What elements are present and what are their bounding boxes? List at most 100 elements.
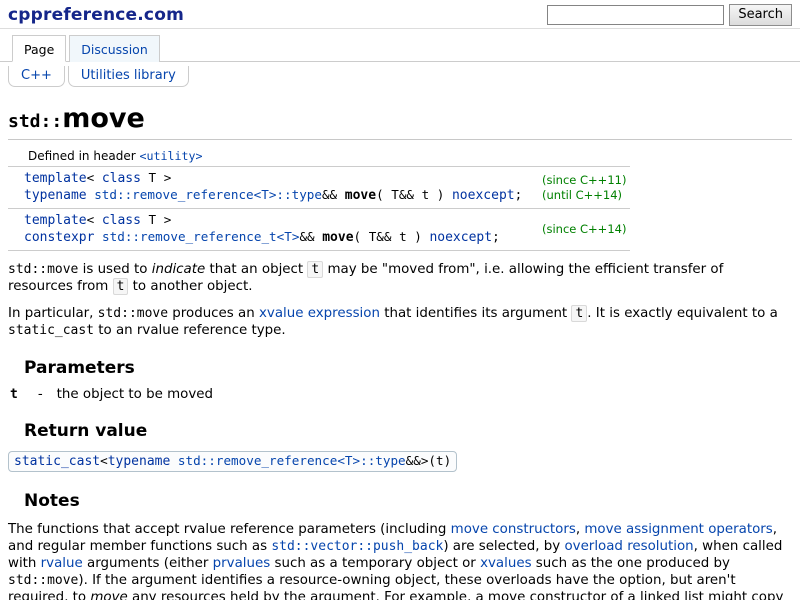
text: such as the one produced by [532, 556, 730, 571]
declaration-line: typename std::remove_reference<T>::type&… [24, 187, 542, 204]
text-link[interactable]: move constructors [451, 522, 576, 537]
code-keyword: template [24, 171, 87, 186]
version-labels: (since C++14) [542, 209, 630, 251]
tab-discussion[interactable]: Discussion [69, 35, 159, 62]
search-area: Search [547, 4, 792, 26]
code-link[interactable]: <utility> [139, 149, 202, 163]
search-input[interactable] [547, 5, 724, 25]
text-link[interactable]: move assignment operators [584, 522, 772, 537]
function-name: move [322, 230, 353, 245]
tab-page[interactable]: Page [12, 35, 66, 62]
breadcrumb: C++ Utilities library [0, 62, 800, 93]
text: produces an [168, 306, 259, 321]
code-text: && [299, 229, 322, 244]
inline-code-box: t [571, 305, 587, 322]
page-title: std::move [8, 101, 792, 137]
intro-paragraph: std::move is used to indicate that an ob… [8, 261, 792, 295]
site-header: cppreference.com Search [0, 0, 800, 29]
function-name: move [345, 188, 376, 203]
parameter-description: the object to be moved [57, 387, 213, 402]
intro-paragraph: In particular, std::move produces an xva… [8, 305, 792, 339]
page-title-prefix: std:: [8, 111, 62, 132]
code-text: && [322, 187, 345, 202]
version-label: (until C++14) [542, 188, 628, 203]
code-link[interactable]: std::remove_reference<T>::type [178, 453, 406, 468]
code-text [94, 229, 102, 244]
declaration-line: template< class T > [24, 170, 542, 187]
code-link[interactable]: std::vector::push_back [271, 539, 443, 554]
declaration-line: constexpr std::remove_reference_t<T>&& m… [24, 229, 542, 246]
version-label: (since C++11) [542, 173, 628, 188]
inline-code-box: t [307, 261, 323, 278]
parameter-dash: - [38, 387, 43, 402]
code-text: std::move [8, 262, 78, 277]
declaration-line: template< class T > [24, 212, 542, 229]
tab-strip: Page Discussion [0, 29, 800, 62]
text-link[interactable]: xvalue expression [259, 306, 380, 321]
defined-in-header-cell: Defined in header <utility> [8, 146, 630, 167]
italic-text: move [90, 590, 127, 600]
code-text [170, 453, 178, 468]
code-text: T > [141, 212, 171, 227]
text-link[interactable]: overload resolution [564, 539, 693, 554]
text-link[interactable]: prvalues [213, 556, 271, 571]
code-link[interactable]: std::remove_reference_t<T> [102, 229, 299, 244]
text: such as a temporary object or [270, 556, 480, 571]
section-heading-notes: Notes [24, 491, 792, 511]
text-link[interactable]: rvalue [41, 556, 83, 571]
parameter-name: t [10, 387, 18, 402]
text: is used to [78, 262, 151, 277]
code-text: ( T&& t ) [354, 229, 430, 244]
section-heading-parameters: Parameters [24, 358, 792, 378]
text: . It is exactly equivalent to a [587, 306, 778, 321]
code-keyword: noexcept [429, 230, 492, 245]
code-text: T > [141, 170, 171, 185]
code-text: < [87, 170, 102, 185]
code-keyword: noexcept [452, 188, 515, 203]
code-keyword: template [24, 213, 87, 228]
breadcrumb-cpp[interactable]: C++ [8, 66, 65, 87]
code-text: std::move [8, 573, 78, 588]
code-text: < [87, 212, 102, 227]
defined-in-header-row: Defined in header <utility> [8, 146, 630, 167]
declaration-row: template< class T > typename std::remove… [8, 167, 630, 209]
declaration-code: template< class T > constexpr std::remov… [8, 209, 542, 251]
breadcrumb-utilities-library[interactable]: Utilities library [68, 66, 189, 87]
text: that identifies its argument [380, 306, 571, 321]
text: ) are selected, by [443, 539, 564, 554]
code-text: ( T&& t ) [376, 187, 452, 202]
code-keyword: constexpr [24, 230, 94, 245]
version-labels: (since C++11) (until C++14) [542, 167, 630, 209]
code-text: std::move [98, 306, 168, 321]
return-value-code-box: static_cast<typename std::remove_referen… [8, 451, 457, 472]
text: to an rvalue reference type. [94, 323, 286, 338]
text: to another object. [128, 279, 252, 294]
text: Defined in header [28, 149, 139, 163]
parameter-row: t - the object to be moved [8, 387, 792, 402]
search-button[interactable]: Search [729, 4, 792, 26]
code-text: ; [492, 229, 500, 244]
text: In particular, [8, 306, 98, 321]
section-heading-return-value: Return value [24, 421, 792, 441]
title-separator [8, 139, 792, 140]
text: that an object [205, 262, 307, 277]
text: The functions that accept rvalue referen… [8, 522, 451, 537]
page-title-main: move [62, 103, 145, 134]
inline-code-box: t [113, 278, 129, 295]
text: arguments (either [83, 556, 213, 571]
code-text: < [100, 453, 108, 468]
declaration-table: Defined in header <utility> template< cl… [8, 146, 630, 251]
code-link[interactable]: std::remove_reference<T>::type [94, 187, 322, 202]
notes-paragraph: The functions that accept rvalue referen… [8, 521, 792, 600]
declaration-code: template< class T > typename std::remove… [8, 167, 542, 209]
site-title[interactable]: cppreference.com [8, 5, 184, 25]
code-keyword: typename [108, 454, 171, 469]
code-text: &&>(t) [406, 453, 452, 468]
text-link[interactable]: xvalues [480, 556, 531, 571]
version-label: (since C++14) [542, 222, 628, 237]
code-text: ; [515, 187, 523, 202]
code-keyword: class [102, 171, 141, 186]
declaration-row: template< class T > constexpr std::remov… [8, 209, 630, 251]
italic-text: indicate [152, 262, 205, 277]
code-text: static_cast [8, 323, 94, 338]
